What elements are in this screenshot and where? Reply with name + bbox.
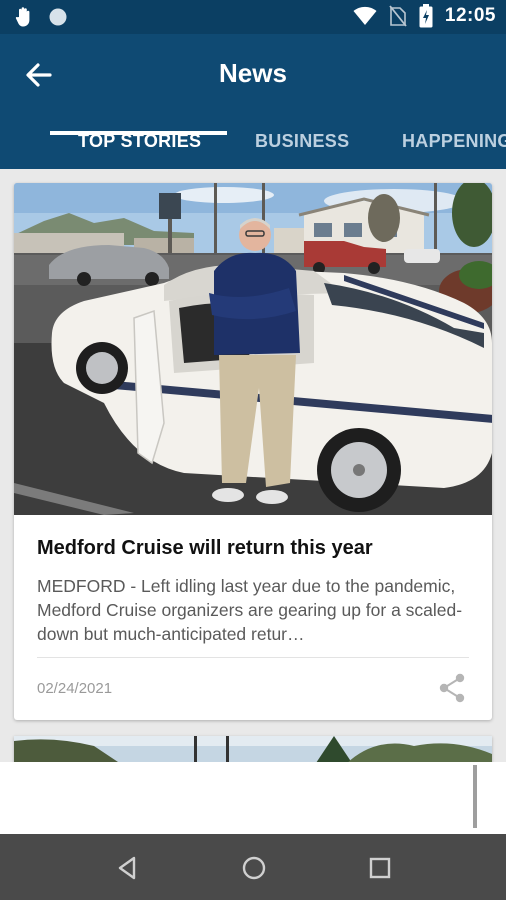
app-bar: News TOP STORIES BUSINESS HAPPENINGS [0, 34, 506, 169]
wifi-icon [353, 6, 377, 25]
bottom-white-area [0, 762, 506, 834]
article-card[interactable]: Medford Cruise will return this year MED… [14, 183, 492, 720]
status-bar-left [14, 6, 68, 28]
page-title: News [219, 58, 287, 88]
article-date: 02/24/2021 [37, 680, 113, 697]
tab-happenings[interactable]: HAPPENINGS [402, 128, 506, 169]
recents-square-icon[interactable] [364, 852, 396, 884]
card-divider [37, 657, 469, 658]
status-bar-right: 12:05 [353, 4, 496, 28]
back-triangle-icon[interactable] [112, 852, 144, 884]
article-image[interactable] [14, 183, 492, 515]
status-time: 12:05 [444, 5, 496, 26]
article-summary: MEDFORD - Left idling last year due to t… [37, 576, 463, 644]
tab-business[interactable]: BUSINESS [255, 128, 349, 169]
circle-icon [49, 8, 67, 26]
article-headline[interactable]: Medford Cruise will return this year [37, 537, 477, 560]
home-circle-icon[interactable] [238, 852, 270, 884]
scrollbar[interactable] [473, 765, 477, 828]
system-nav-bar [0, 834, 506, 900]
share-icon[interactable] [438, 673, 466, 703]
tab-indicator [50, 131, 227, 135]
no-sim-icon [389, 5, 407, 27]
battery-charging-icon [419, 4, 433, 28]
status-bar: 12:05 [0, 0, 506, 34]
hand-gesture-icon [15, 7, 30, 27]
